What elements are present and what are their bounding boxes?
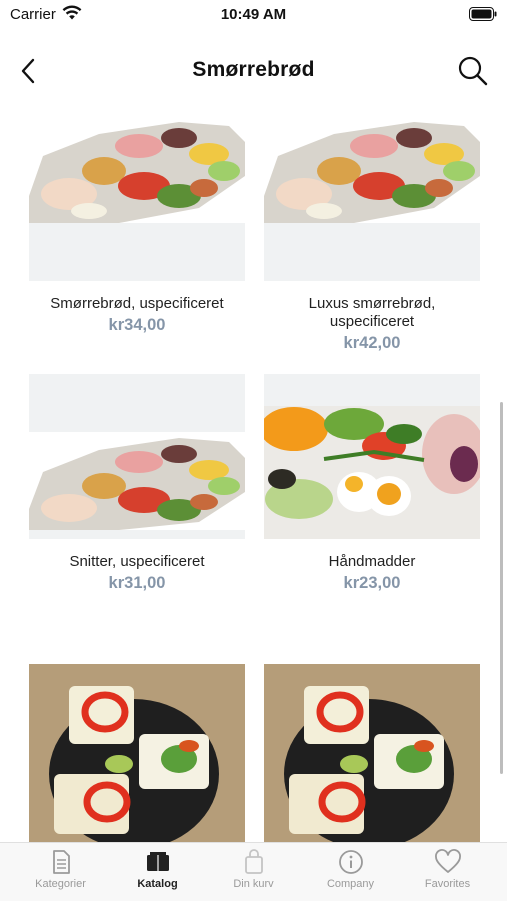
bag-icon [244,849,263,874]
search-button[interactable] [457,55,489,87]
clock-time: 10:49 AM [220,6,287,23]
egg-salad-image [264,406,480,539]
product-price: kr31,00 [108,574,166,592]
bread-pepper-image [264,664,480,842]
product-name: Smørrebrød, uspecificeret [50,295,224,312]
tab-company[interactable]: Company [300,849,401,890]
battery-icon [469,7,497,25]
tab-bar: Kategorier Katalog Din kurv Company Favo… [0,842,507,901]
tab-label: Katalog [137,878,178,890]
product-image [264,116,480,281]
navigation-bar: Smørrebrød [0,44,507,100]
product-card[interactable]: Snitter, uspecificeret kr31,00 [29,374,245,593]
product-image [264,374,480,539]
tab-label: Din kurv [233,878,274,890]
product-price: kr34,00 [108,316,166,334]
back-button[interactable] [16,56,42,86]
document-icon [52,850,70,874]
platter-image [29,116,245,223]
product-grid: Smørrebrød, uspecificeret kr34,00 Luxus … [0,116,507,842]
tab-label: Favorites [424,878,471,890]
tab-label: Kategorier [35,878,86,890]
product-card[interactable]: Luxus smørrebrød, uspecificeret kr42,00 [264,116,480,353]
product-image [29,664,245,842]
product-name: Håndmadder [328,553,416,570]
product-card[interactable]: Håndmadder kr23,00 [264,374,480,593]
product-image [29,374,245,539]
bread-pepper-image [29,664,245,842]
scroll-indicator[interactable] [500,402,503,774]
tab-label: Company [326,878,375,890]
platter-image [264,116,480,223]
product-card[interactable] [29,664,245,842]
tab-kategorier[interactable]: Kategorier [10,849,111,890]
page-title: Smørrebrød [192,58,315,81]
tab-katalog[interactable]: Katalog [107,849,208,890]
tab-din-kurv[interactable]: Din kurv [203,849,304,890]
tab-favorites[interactable]: Favorites [397,849,498,890]
product-name: Snitter, uspecificeret [69,553,205,570]
heart-icon [434,849,461,873]
catalog-icon [146,852,169,871]
chevron-left-icon [21,58,35,84]
product-card[interactable]: Smørrebrød, uspecificeret kr34,00 [29,116,245,335]
info-icon [338,850,363,874]
product-card[interactable] [264,664,480,842]
status-bar: Carrier 10:49 AM [0,0,507,34]
product-image [29,116,245,281]
product-image [264,664,480,842]
product-price: kr23,00 [343,574,401,592]
search-icon [458,56,488,86]
platter-image [29,432,245,530]
product-price: kr42,00 [343,334,401,352]
product-name: Luxus smørrebrød, uspecificeret [308,295,436,330]
